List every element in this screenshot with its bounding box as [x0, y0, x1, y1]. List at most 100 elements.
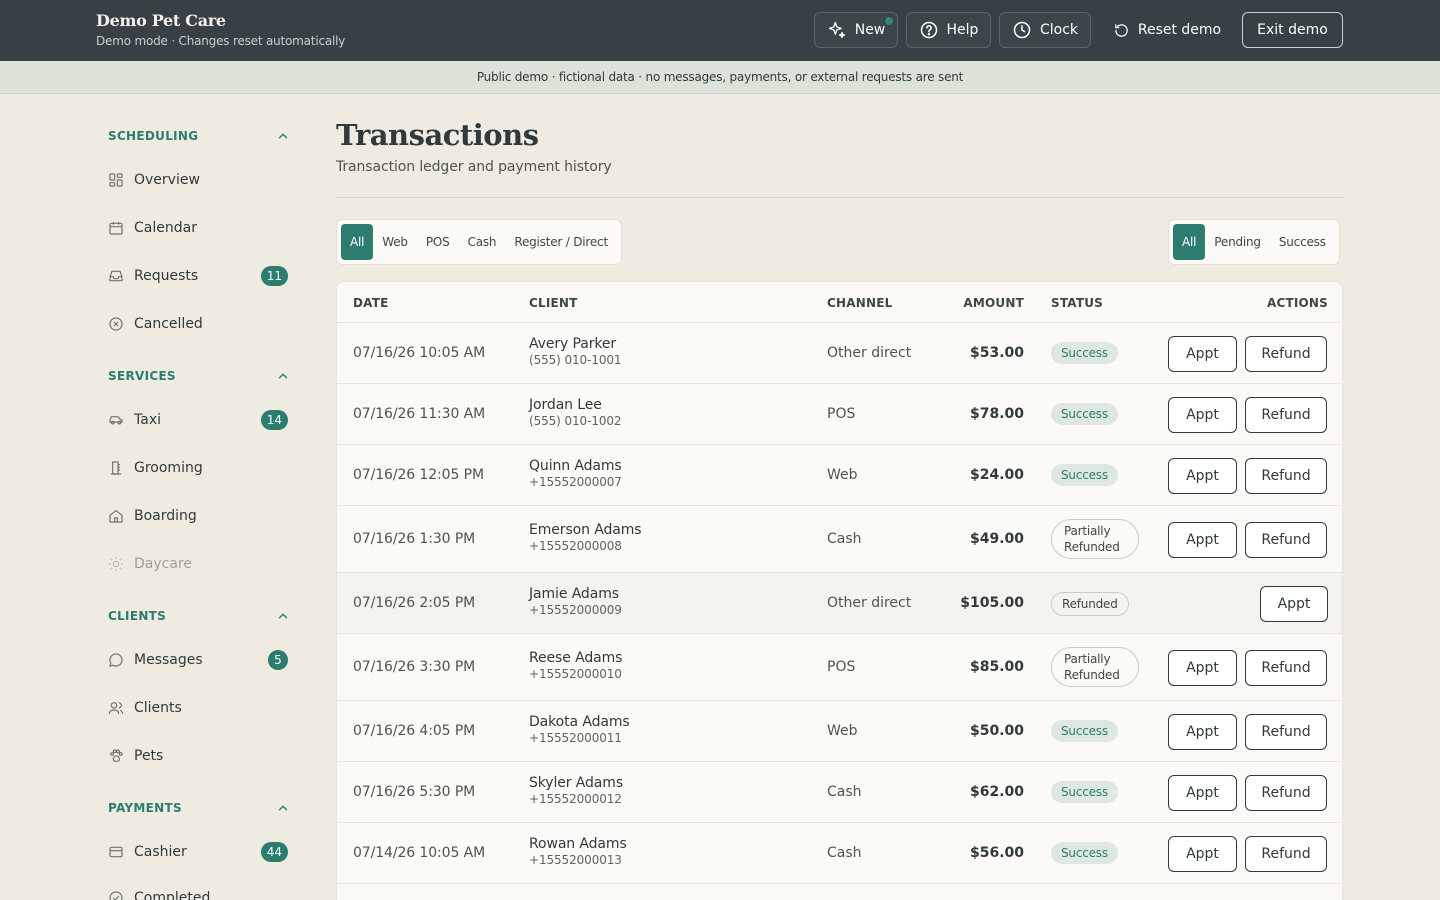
sidebar-item-taxi[interactable]: Taxi 14 [108, 406, 290, 434]
amount-cell: $49.00 [969, 530, 1024, 547]
client-name[interactable]: Dakota Adams [529, 714, 630, 730]
refund-button[interactable]: Refund [1245, 835, 1327, 872]
client-name[interactable]: Skyler Adams [529, 775, 623, 791]
status-filter-pending[interactable]: Pending [1205, 224, 1270, 260]
brand-name: Demo Pet Care [96, 11, 226, 30]
amount-cell: $105.00 [960, 594, 1024, 611]
status-filter-success[interactable]: Success [1270, 224, 1335, 260]
amount-cell: $78.00 [969, 405, 1024, 422]
requests-badge: 11 [260, 266, 288, 286]
appt-button[interactable]: Appt [1168, 835, 1237, 872]
client-name[interactable]: Quinn Adams [529, 458, 622, 474]
date-cell: 07/16/26 3:30 PM [353, 658, 476, 675]
status-badge: Partially Refunded [1051, 646, 1139, 687]
client-name[interactable]: Jamie Adams [529, 586, 622, 602]
status-badge: Success [1051, 402, 1118, 425]
sidebar-item-label: Cancelled [134, 316, 203, 332]
clock-button[interactable]: Clock [999, 12, 1091, 48]
appt-button[interactable]: Appt [1168, 335, 1237, 372]
refund-button[interactable]: Refund [1245, 396, 1327, 433]
client-phone: +15552000012 [529, 791, 622, 806]
exit-demo-button[interactable]: Exit demo [1242, 12, 1343, 48]
sidebar-item-requests[interactable]: Requests 11 [108, 262, 290, 290]
status-badge: Success [1051, 780, 1118, 803]
appt-button[interactable]: Appt [1260, 585, 1328, 622]
transactions-table: DATE CLIENT CHANNEL AMOUNT STATUS ACTION… [336, 281, 1343, 900]
sidebar-item-label: Cashier [134, 844, 187, 860]
header-date[interactable]: DATE [353, 296, 389, 310]
header-status[interactable]: STATUS [1051, 296, 1103, 310]
refund-button[interactable]: Refund [1245, 649, 1327, 686]
appt-button[interactable]: Appt [1168, 457, 1237, 494]
client-phone: +15552000009 [529, 602, 622, 617]
refund-button[interactable]: Refund [1245, 457, 1327, 494]
appt-button[interactable]: Appt [1168, 649, 1237, 686]
sidebar-item-boarding[interactable]: Boarding [108, 502, 290, 530]
channel-cell: Other direct [827, 344, 912, 361]
channel-filter-cash[interactable]: Cash [459, 224, 506, 260]
channel-cell: Cash [827, 844, 862, 861]
sidebar-item-cashier[interactable]: Cashier 44 [108, 838, 290, 866]
appt-button[interactable]: Appt [1168, 713, 1237, 750]
header-client[interactable]: CLIENT [529, 296, 578, 310]
paw-icon [110, 749, 123, 762]
channel-filter-all[interactable]: All [341, 224, 374, 260]
table-row: 07/16/26 1:30 PM Emerson Adams +1555200000… [337, 506, 1342, 573]
refund-button[interactable]: Refund [1245, 774, 1327, 811]
page-title: Transactions [336, 118, 539, 152]
table-header: DATE CLIENT CHANNEL AMOUNT STATUS ACTION… [337, 282, 1342, 323]
sidebar-item-completed[interactable]: Completed [108, 884, 290, 900]
new-button[interactable]: New [814, 12, 898, 48]
table-row: 07/16/26 12:05 PM Quinn Adams +15552000007… [337, 445, 1342, 506]
reset-demo-button[interactable]: Reset demo [1106, 12, 1228, 48]
table-row: 07/16/26 10:05 AM Avery Parker (555) 010-1… [337, 323, 1342, 384]
appt-button[interactable]: Appt [1168, 396, 1237, 433]
amount-cell: $24.00 [969, 466, 1024, 483]
client-phone: +15552000008 [529, 538, 622, 553]
header-channel[interactable]: CHANNEL [827, 296, 892, 310]
help-icon [920, 21, 937, 39]
channel-filter-pos[interactable]: POS [417, 224, 459, 260]
amount-cell: $56.00 [969, 844, 1024, 861]
sidebar-item-label: Calendar [134, 220, 197, 236]
sidebar-item-pets[interactable]: Pets [108, 742, 290, 770]
sidebar-item-daycare[interactable]: Daycare [108, 550, 290, 578]
help-button[interactable]: Help [906, 12, 991, 48]
header-amount[interactable]: AMOUNT [963, 296, 1024, 310]
client-name[interactable]: Jordan Lee [529, 397, 621, 413]
section-clients[interactable]: CLIENTS [108, 606, 290, 626]
demo-banner: Public demo · fictional data · no messag… [0, 61, 1440, 94]
refund-button[interactable]: Refund [1245, 521, 1327, 558]
top-bar: Demo Pet Care Demo mode · Changes reset … [0, 0, 1440, 61]
sidebar-item-cancelled[interactable]: Cancelled [108, 310, 290, 338]
channel-cell: Other direct [827, 594, 912, 611]
table-row: 07/16/26 4:05 PM Dakota Adams +15552000011… [337, 701, 1342, 762]
client-cell: Rowan Adams +15552000013 [529, 836, 627, 867]
appt-button[interactable]: Appt [1168, 774, 1237, 811]
client-name[interactable]: Emerson Adams [529, 522, 642, 538]
sidebar-item-overview[interactable]: Overview [108, 166, 290, 194]
section-services[interactable]: SERVICES [108, 366, 290, 386]
appt-button[interactable]: Appt [1168, 521, 1237, 558]
date-cell: 07/16/26 12:05 PM [353, 466, 484, 483]
refund-button[interactable]: Refund [1245, 713, 1327, 750]
status-filter-all[interactable]: All [1173, 224, 1206, 260]
client-name[interactable]: Avery Parker [529, 336, 621, 352]
client-name[interactable]: Reese Adams [529, 650, 622, 666]
section-scheduling[interactable]: SCHEDULING [108, 126, 290, 146]
channel-filter-register-direct[interactable]: Register / Direct [505, 224, 617, 260]
sidebar-item-clients[interactable]: Clients [108, 694, 290, 722]
amount-cell: $62.00 [969, 783, 1024, 800]
check-circle-icon [109, 891, 123, 900]
section-payments[interactable]: PAYMENTS [108, 798, 290, 818]
chevron-up-icon [278, 133, 288, 139]
sidebar-item-grooming[interactable]: Grooming [108, 454, 290, 482]
channel-filter-web[interactable]: Web [373, 224, 417, 260]
sidebar-item-calendar[interactable]: Calendar [108, 214, 290, 242]
client-name[interactable]: Rowan Adams [529, 836, 627, 852]
channel-cell: Web [827, 466, 858, 483]
refund-button[interactable]: Refund [1245, 335, 1327, 372]
client-phone: (555) 010-1001 [529, 352, 622, 367]
client-cell: Avery Parker (555) 010-1001 [529, 336, 622, 367]
sidebar-item-messages[interactable]: Messages 5 [108, 646, 290, 674]
